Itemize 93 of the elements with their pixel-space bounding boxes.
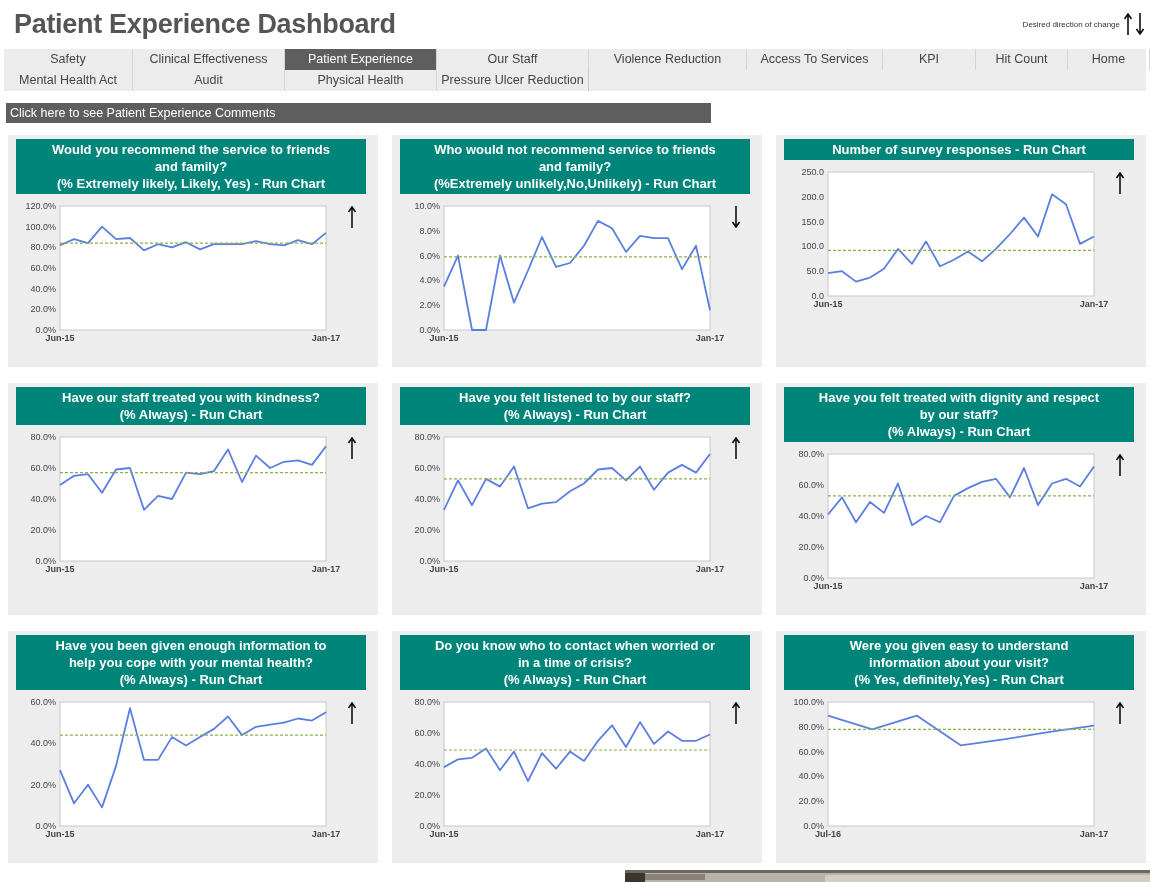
- y-tick-label: 20.0%: [30, 304, 56, 315]
- y-tick-label: 40.0%: [414, 759, 440, 769]
- nav-tab[interactable]: Mental Health Act: [4, 70, 133, 91]
- y-tick-label: 40.0%: [798, 511, 824, 521]
- down-arrow-icon: [1136, 13, 1144, 35]
- chart-title: Have you felt treated with dignity and respect by our staff? (% Always) - Run Chart: [784, 387, 1134, 442]
- y-tick-label: 100.0%: [793, 697, 824, 707]
- y-tick-label: 0.0%: [803, 821, 824, 831]
- y-tick-label: 0.0%: [803, 573, 824, 583]
- y-tick-label: 60.0%: [414, 463, 440, 473]
- chart-title: Have you felt listened to by our staff? (% Always) - Run Chart: [400, 387, 750, 425]
- x-tick-label: Jan-17: [311, 333, 341, 343]
- x-tick-label: Jul-16: [815, 829, 841, 839]
- y-tick-label: 40.0%: [30, 494, 56, 504]
- y-tick-label: 80.0%: [798, 721, 824, 732]
- x-tick-label: Jan-17: [1079, 299, 1109, 309]
- chart-title: Have our staff treated you with kindness? (% Always) - Run Chart: [16, 387, 366, 425]
- y-tick-label: 100.0%: [25, 221, 56, 232]
- nav-tab[interactable]: Safety: [4, 49, 133, 70]
- chart-title: Have you been given enough information to help you cope with your mental health? (% Always) - Run Chart: [16, 635, 366, 690]
- x-tick-label: Jun-15: [429, 564, 459, 574]
- nav-tab[interactable]: Physical Health: [285, 70, 437, 91]
- y-tick-label: 6.0%: [419, 250, 440, 261]
- y-tick-label: 80.0%: [414, 432, 440, 442]
- x-tick-label: Jan-17: [695, 564, 725, 574]
- y-tick-label: 60.0%: [30, 263, 56, 273]
- y-tick-label: 0.0%: [35, 556, 56, 566]
- y-tick-label: 40.0%: [30, 738, 56, 749]
- page-title: Patient Experience Dashboard: [14, 8, 396, 40]
- y-tick-label: 80.0%: [30, 242, 56, 253]
- x-tick-label: Jan-17: [311, 829, 341, 839]
- nav-tab[interactable]: Home: [1068, 49, 1150, 70]
- nav-tab[interactable]: Access To Services: [747, 49, 883, 70]
- chart-title: Number of survey responses - Run Chart: [784, 139, 1134, 160]
- y-tick-label: 250.0: [801, 167, 824, 177]
- y-tick-label: 60.0%: [30, 463, 56, 473]
- y-tick-label: 50.0: [806, 266, 824, 277]
- chart-title: Do you know who to contact when worried or in a time of crisis? (% Always) - Run Chart: [400, 635, 750, 690]
- legend-label: Desired direction of change: [1022, 19, 1120, 29]
- x-tick-label: Jun-15: [429, 829, 459, 839]
- y-tick-label: 200.0: [801, 191, 824, 202]
- y-tick-label: 40.0%: [414, 494, 440, 504]
- y-tick-label: 20.0%: [30, 525, 56, 535]
- y-tick-label: 80.0%: [414, 697, 440, 707]
- x-tick-label: Jan-17: [311, 564, 341, 574]
- chart-title: Were you given easy to understand information about your visit? (% Yes, definitely,Yes) - Run Chart: [784, 635, 1134, 690]
- x-tick-label: Jan-17: [695, 829, 725, 839]
- nav-tab[interactable]: Pressure Ulcer Reduction: [437, 70, 589, 91]
- y-tick-label: 0.0%: [35, 325, 56, 335]
- nav-tab[interactable]: Hit Count: [976, 49, 1068, 70]
- y-tick-label: 20.0%: [798, 542, 824, 552]
- y-tick-label: 100.0: [801, 241, 824, 252]
- y-tick-label: 60.0%: [798, 746, 824, 757]
- y-tick-label: 4.0%: [419, 275, 440, 286]
- y-tick-label: 0.0%: [419, 556, 440, 566]
- nav-tab[interactable]: Audit: [133, 70, 285, 91]
- chart-title: Would you recommend the service to friends and family? (% Extremely likely, Likely, Yes) - Run Chart: [16, 139, 366, 194]
- y-tick-label: 0.0%: [419, 821, 440, 831]
- x-tick-label: Jun-15: [813, 299, 843, 309]
- y-tick-label: 40.0%: [798, 771, 824, 782]
- nav-tab[interactable]: KPI: [883, 49, 976, 70]
- y-tick-label: 40.0%: [30, 283, 56, 294]
- y-tick-label: 20.0%: [30, 779, 56, 790]
- x-tick-label: Jun-15: [813, 581, 843, 591]
- y-tick-label: 0.0%: [419, 325, 440, 335]
- x-tick-label: Jun-15: [45, 564, 75, 574]
- y-tick-label: 20.0%: [414, 790, 440, 800]
- up-arrow-icon: [1124, 13, 1132, 35]
- y-tick-label: 60.0%: [798, 480, 824, 490]
- x-tick-label: Jun-15: [45, 333, 75, 343]
- y-tick-label: 0.0: [811, 291, 824, 301]
- x-tick-label: Jan-17: [1079, 829, 1109, 839]
- y-tick-label: 20.0%: [414, 525, 440, 535]
- y-tick-label: 80.0%: [30, 432, 56, 442]
- y-tick-label: 0.0%: [35, 821, 56, 831]
- y-tick-label: 2.0%: [419, 300, 440, 311]
- comments-button[interactable]: Click here to see Patient Experience Comments: [6, 103, 711, 123]
- y-tick-label: 8.0%: [419, 225, 440, 236]
- chart-title: Who would not recommend service to friends and family? (%Extremely unlikely,No,Unlikely) - Run Chart: [400, 139, 750, 194]
- y-tick-label: 60.0%: [414, 728, 440, 738]
- y-tick-label: 120.0%: [25, 201, 56, 211]
- y-tick-label: 80.0%: [798, 449, 824, 459]
- y-tick-label: 150.0: [801, 216, 824, 227]
- nav-tab[interactable]: Patient Experience: [285, 49, 437, 70]
- x-tick-label: Jun-15: [45, 829, 75, 839]
- y-tick-label: 10.0%: [414, 201, 440, 211]
- x-tick-label: Jan-17: [1079, 581, 1109, 591]
- y-tick-label: 20.0%: [798, 796, 824, 807]
- x-tick-label: Jun-15: [429, 333, 459, 343]
- nav-tab[interactable]: Violence Reduction: [589, 49, 747, 70]
- x-tick-label: Jan-17: [695, 333, 725, 343]
- nav-tab[interactable]: Our Staff: [437, 49, 589, 70]
- y-tick-label: 60.0%: [30, 697, 56, 707]
